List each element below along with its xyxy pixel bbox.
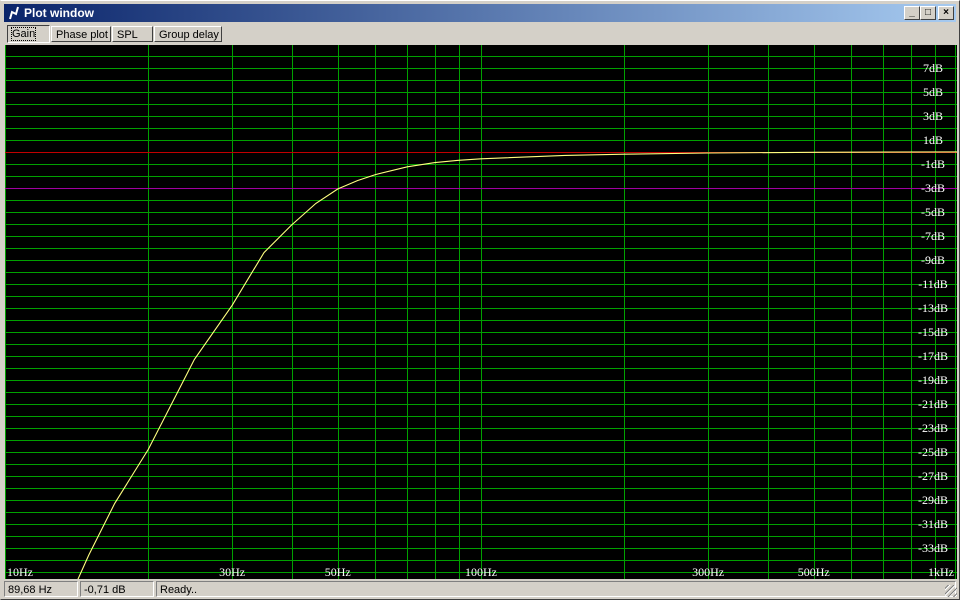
window-title: Plot window <box>24 6 94 20</box>
gain-plot[interactable]: 7dB 5dB 3dB 1dB -1dB -3dB -5dB -7dB -9dB -11dB -13… <box>5 45 958 581</box>
y-tick-label: -23dB <box>918 421 948 435</box>
y-tick-label: 1dB <box>923 133 943 147</box>
y-tick-label: -29dB <box>918 493 948 507</box>
y-tick-label: -21dB <box>918 397 948 411</box>
resize-grip[interactable] <box>945 585 957 597</box>
x-tick-label: 50Hz <box>325 565 351 579</box>
close-button[interactable]: × <box>938 6 954 20</box>
x-tick-label: 30Hz <box>219 565 245 579</box>
maximize-button[interactable]: □ <box>920 6 936 20</box>
x-tick-label: 100Hz <box>465 565 497 579</box>
y-tick-label: -15dB <box>918 325 948 339</box>
y-tick-label: -9dB <box>921 253 945 267</box>
y-tick-label: -27dB <box>918 469 948 483</box>
y-tick-label: -33dB <box>918 541 948 555</box>
y-tick-label: -11dB <box>918 277 948 291</box>
status-frequency: 89,68 Hz <box>4 581 78 597</box>
gain-curve <box>76 151 958 581</box>
title-bar[interactable]: Plot window _ □ × <box>4 4 956 22</box>
tab-spl[interactable]: SPL <box>112 26 153 42</box>
x-tick-label: 1kHz <box>928 565 954 579</box>
y-tick-label: -19dB <box>918 373 948 387</box>
gain-chart: 7dB 5dB 3dB 1dB -1dB -3dB -5dB -7dB -9dB -11dB -13… <box>5 45 958 581</box>
status-gain: -0,71 dB <box>80 581 154 597</box>
app-icon <box>9 6 19 20</box>
plot-window: Plot window _ □ × Gain Phase plot SPL Gr… <box>0 0 960 600</box>
x-tick-label: 300Hz <box>692 565 724 579</box>
y-tick-label: 5dB <box>923 85 943 99</box>
tab-gain[interactable]: Gain <box>7 25 50 43</box>
y-tick-label: -25dB <box>918 445 948 459</box>
tab-label: Gain <box>10 27 37 41</box>
x-tick-label: 500Hz <box>798 565 830 579</box>
y-tick-label: -13dB <box>918 301 948 315</box>
y-tick-label: -17dB <box>918 349 948 363</box>
y-tick-label: 7dB <box>923 61 943 75</box>
status-message: Ready.. <box>156 581 956 597</box>
y-tick-label: -5dB <box>921 205 945 219</box>
y-tick-label: 3dB <box>923 109 943 123</box>
minimize-button[interactable]: _ <box>904 6 920 20</box>
y-tick-label: -1dB <box>921 157 945 171</box>
y-tick-label: -7dB <box>921 229 945 243</box>
y-tick-label: -31dB <box>918 517 948 531</box>
tab-phase-plot[interactable]: Phase plot <box>51 26 111 42</box>
tab-group-delay[interactable]: Group delay <box>154 26 222 42</box>
x-tick-label: 10Hz <box>7 565 33 579</box>
y-tick-label: -3dB <box>921 181 945 195</box>
